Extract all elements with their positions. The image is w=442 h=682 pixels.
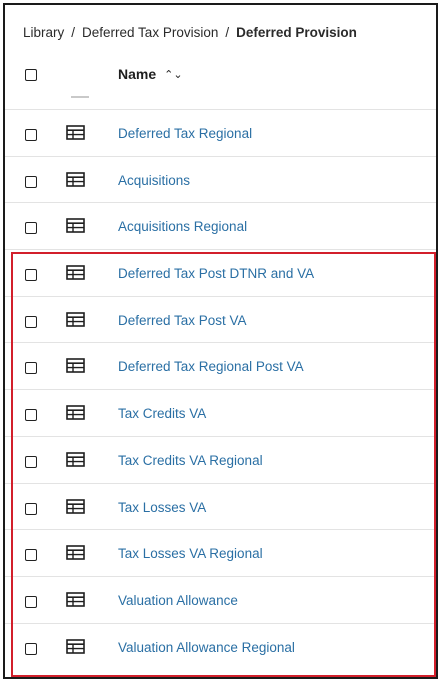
table-icon bbox=[66, 311, 85, 327]
table-icon bbox=[66, 405, 85, 420]
name-column-header[interactable]: Name ⌃⌄ bbox=[118, 66, 183, 82]
row-name-link[interactable]: Tax Credits VA bbox=[118, 406, 206, 421]
scroll-stub-divider bbox=[71, 94, 89, 98]
row-name-link[interactable]: Tax Losses VA bbox=[118, 500, 206, 515]
breadcrumb-item-library[interactable]: Library bbox=[23, 25, 64, 40]
row-name-link[interactable]: Tax Credits VA Regional bbox=[118, 453, 263, 468]
row-checkbox[interactable] bbox=[25, 362, 37, 375]
breadcrumb-item-deferred-tax-provision[interactable]: Deferred Tax Provision bbox=[82, 25, 218, 40]
row-name-link[interactable]: Valuation Allowance bbox=[118, 593, 238, 608]
table-row: Acquisitions bbox=[5, 155, 436, 203]
table-row: Tax Credits VA bbox=[5, 389, 436, 436]
breadcrumb-separator: / bbox=[71, 25, 76, 40]
table-row: Deferred Tax Regional bbox=[5, 109, 436, 156]
table-row: Deferred Tax Post DTNR and VA bbox=[5, 249, 436, 296]
table-icon bbox=[66, 498, 85, 514]
table-row: Tax Losses VA Regional bbox=[5, 529, 436, 576]
row-checkbox[interactable] bbox=[25, 642, 37, 655]
select-all-checkbox[interactable] bbox=[25, 69, 37, 81]
breadcrumb-separator: / bbox=[225, 25, 230, 40]
table-row: Tax Credits VA Regional bbox=[5, 435, 436, 483]
row-checkbox[interactable] bbox=[25, 595, 37, 608]
table-icon bbox=[66, 171, 85, 187]
row-name-link[interactable]: Acquisitions bbox=[118, 173, 190, 188]
table-icon bbox=[66, 592, 85, 607]
row-checkbox[interactable] bbox=[25, 455, 37, 468]
row-name-link[interactable]: Valuation Allowance Regional bbox=[118, 640, 295, 655]
table-icon bbox=[66, 545, 85, 560]
row-checkbox[interactable] bbox=[25, 269, 37, 282]
table-row: Acquisitions Regional bbox=[5, 202, 436, 249]
table-icon bbox=[66, 265, 85, 280]
table-row: Valuation Allowance bbox=[5, 575, 436, 623]
table-icon bbox=[66, 125, 85, 140]
row-checkbox[interactable] bbox=[25, 315, 37, 328]
row-name-link[interactable]: Deferred Tax Regional Post VA bbox=[118, 359, 304, 374]
table-icon bbox=[66, 452, 85, 467]
row-checkbox[interactable] bbox=[25, 175, 37, 188]
row-name-link[interactable]: Deferred Tax Post DTNR and VA bbox=[118, 266, 314, 281]
row-name-link[interactable]: Deferred Tax Regional bbox=[118, 126, 252, 141]
name-column-label: Name bbox=[118, 66, 157, 82]
table-header-row: Name ⌃⌄ bbox=[5, 55, 436, 95]
row-checkbox[interactable] bbox=[25, 502, 37, 515]
table-icon bbox=[66, 638, 85, 654]
row-name-link[interactable]: Acquisitions Regional bbox=[118, 219, 247, 234]
row-name-link[interactable]: Deferred Tax Post VA bbox=[118, 313, 247, 328]
row-checkbox[interactable] bbox=[25, 222, 37, 235]
table-row: Deferred Tax Post VA bbox=[5, 295, 436, 343]
row-checkbox[interactable] bbox=[25, 129, 37, 141]
table-row: Deferred Tax Regional Post VA bbox=[5, 342, 436, 389]
table-row: Valuation Allowance Regional bbox=[5, 622, 436, 670]
breadcrumb-current: Deferred Provision bbox=[236, 25, 357, 40]
sort-icon[interactable]: ⌃⌄ bbox=[164, 68, 182, 81]
row-checkbox[interactable] bbox=[25, 409, 37, 422]
table-row: Tax Losses VA bbox=[5, 482, 436, 530]
row-checkbox[interactable] bbox=[25, 549, 37, 562]
row-name-link[interactable]: Tax Losses VA Regional bbox=[118, 546, 263, 561]
library-panel: Library / Deferred Tax Provision / Deferred … bbox=[3, 3, 438, 679]
artifact-list: Deferred Tax Regional Acquisitions Acquisi… bbox=[5, 109, 436, 669]
table-icon bbox=[66, 218, 85, 234]
breadcrumb: Library / Deferred Tax Provision / Deferred … bbox=[23, 25, 357, 40]
table-icon bbox=[66, 358, 85, 374]
